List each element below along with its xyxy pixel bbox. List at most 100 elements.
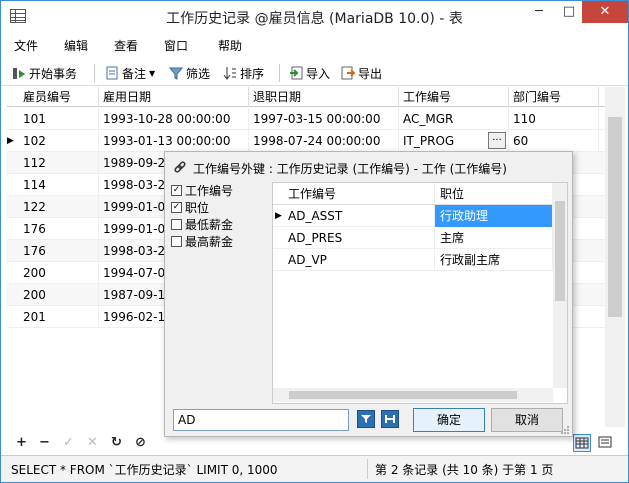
begin-transaction-label: 开始事务 <box>29 66 78 81</box>
cell-emp[interactable]: 200 <box>19 284 99 306</box>
scrollbar-thumb[interactable] <box>608 117 622 317</box>
import-label: 导入 <box>306 66 331 81</box>
cell-job[interactable]: AC_MGR <box>399 108 509 130</box>
field-label: 工作编号 <box>185 184 234 198</box>
refresh-button[interactable]: ↻ <box>111 435 122 450</box>
menu-help[interactable]: 帮助 <box>218 37 242 54</box>
menu-view[interactable]: 查看 <box>114 37 138 54</box>
cell-emp[interactable]: 201 <box>19 306 99 328</box>
filter-button[interactable]: 筛选 <box>168 64 210 82</box>
ok-button[interactable]: 确定 <box>413 408 485 432</box>
sort-label: 排序 <box>240 66 265 81</box>
foreign-key-popup: 工作编号外键 : 工作历史记录 (工作编号) - 工作 (工作编号) ✓ 工作编号… <box>164 151 573 437</box>
field-label: 职位 <box>185 201 210 215</box>
grid-vertical-scrollbar[interactable] <box>605 87 625 427</box>
field-label: 最高薪金 <box>185 235 234 249</box>
memo-label: 备注 <box>122 66 147 81</box>
cell-emp[interactable]: 101 <box>19 108 99 130</box>
apply-changes-button[interactable]: ✓ <box>63 435 74 450</box>
import-button[interactable]: 导入 <box>289 64 330 82</box>
sort-button[interactable]: 排序 <box>223 64 264 82</box>
cell-dept[interactable]: 110 <box>509 108 599 130</box>
cell-leave[interactable]: 1997-03-15 00:00:00 <box>249 108 399 130</box>
field-option[interactable]: 最高薪金 <box>171 233 271 250</box>
lookup-title[interactable]: 主席 <box>435 227 553 249</box>
cell-job-value: IT_PROG <box>403 134 455 148</box>
scrollbar-thumb[interactable] <box>555 201 565 301</box>
column-header[interactable]: 退职日期 <box>249 87 399 107</box>
column-header[interactable]: 工作编号 <box>283 183 435 205</box>
popup-title: 工作编号外键 : 工作历史记录 (工作编号) - 工作 (工作编号) <box>193 162 507 176</box>
checkbox[interactable]: ✓ <box>171 185 182 196</box>
field-option[interactable]: 最低薪金 <box>171 216 271 233</box>
foreign-key-lookup-button[interactable]: ··· <box>488 132 506 149</box>
checkbox[interactable] <box>171 219 182 230</box>
export-icon <box>341 66 356 80</box>
resize-grip-icon[interactable] <box>560 424 570 434</box>
column-header[interactable]: 雇用日期 <box>99 87 249 107</box>
maximize-button[interactable]: □ <box>555 1 583 23</box>
cell-emp[interactable]: 176 <box>19 240 99 262</box>
column-header[interactable]: 部门编号 <box>509 87 599 107</box>
cell-dept[interactable]: 60 <box>509 130 599 152</box>
column-header[interactable]: 雇员编号 <box>19 87 99 107</box>
menu-file[interactable]: 文件 <box>14 37 38 54</box>
lookup-row[interactable]: AD_PRES 主席 <box>273 227 553 249</box>
delete-record-button[interactable]: − <box>39 435 50 450</box>
minimize-button[interactable]: ─ <box>525 1 553 23</box>
close-button[interactable]: ✕ <box>582 1 628 23</box>
cell-job[interactable]: IT_PROG ··· <box>399 130 509 152</box>
checkbox[interactable] <box>171 236 182 247</box>
add-record-button[interactable]: + <box>16 435 27 450</box>
lookup-title[interactable]: 行政副主席 <box>435 249 553 271</box>
lookup-code[interactable]: AD_ASST <box>283 205 435 227</box>
lookup-code[interactable]: AD_VP <box>283 249 435 271</box>
title-bar: 工作历史记录 @雇员信息 (MariaDB 10.0) - 表 ─ □ ✕ <box>1 1 628 32</box>
cell-leave[interactable]: 1998-07-24 00:00:00 <box>249 130 399 152</box>
discard-changes-button[interactable]: ✕ <box>87 435 98 450</box>
menu-bar: 文件 编辑 查看 窗口 帮助 <box>1 34 628 56</box>
menu-window[interactable]: 窗口 <box>164 37 188 54</box>
export-button[interactable]: 导出 <box>341 64 382 82</box>
cell-emp[interactable]: 200 <box>19 262 99 284</box>
cell-emp[interactable]: 102 <box>19 130 99 152</box>
cell-emp[interactable]: 176 <box>19 218 99 240</box>
status-divider <box>367 459 368 479</box>
begin-transaction-button[interactable]: 开始事务 <box>12 64 77 82</box>
column-header[interactable]: 职位 <box>435 183 553 205</box>
current-row-marker: ▶ <box>7 136 14 146</box>
transaction-icon <box>12 66 26 80</box>
lookup-row[interactable]: AD_VP 行政副主席 <box>273 249 553 271</box>
toolbar-separator <box>94 64 95 82</box>
cell-emp[interactable]: 122 <box>19 196 99 218</box>
lookup-title[interactable]: 行政助理 <box>435 205 553 227</box>
menu-edit[interactable]: 编辑 <box>64 37 88 54</box>
popup-title-row: 工作编号外键 : 工作历史记录 (工作编号) - 工作 (工作编号) <box>173 160 507 177</box>
lookup-header: 工作编号 职位 <box>273 183 553 205</box>
cancel-button[interactable]: 取消 <box>491 408 563 432</box>
lookup-vertical-scrollbar[interactable] <box>553 183 567 388</box>
checkbox[interactable]: ✓ <box>171 202 182 213</box>
field-option[interactable]: ✓ 职位 <box>171 199 271 216</box>
search-input[interactable]: AD <box>173 409 349 431</box>
filter-icon <box>168 66 184 80</box>
cell-emp[interactable]: 112 <box>19 152 99 174</box>
grid-view-icon[interactable] <box>573 434 591 452</box>
scrollbar-thumb[interactable] <box>289 391 517 399</box>
table-row[interactable]: ▶ 102 1993-01-13 00:00:00 1998-07-24 00:… <box>7 130 605 152</box>
memo-button[interactable]: 备注 ▼ <box>105 64 155 82</box>
filter-icon[interactable] <box>357 410 375 428</box>
cell-emp[interactable]: 114 <box>19 174 99 196</box>
cell-hire[interactable]: 1993-01-13 00:00:00 <box>99 130 249 152</box>
lookup-horizontal-scrollbar[interactable] <box>273 388 553 402</box>
sort-icon <box>223 66 237 80</box>
lookup-row[interactable]: ▶ AD_ASST 行政助理 <box>273 205 553 227</box>
column-header[interactable]: 工作编号 <box>399 87 509 107</box>
form-view-icon[interactable] <box>597 434 615 452</box>
field-option[interactable]: ✓ 工作编号 <box>171 182 271 199</box>
find-icon[interactable] <box>381 410 399 428</box>
cell-hire[interactable]: 1993-10-28 00:00:00 <box>99 108 249 130</box>
lookup-code[interactable]: AD_PRES <box>283 227 435 249</box>
stop-button[interactable]: ⊘ <box>135 435 146 450</box>
table-row[interactable]: 101 1993-10-28 00:00:00 1997-03-15 00:00… <box>7 108 605 130</box>
